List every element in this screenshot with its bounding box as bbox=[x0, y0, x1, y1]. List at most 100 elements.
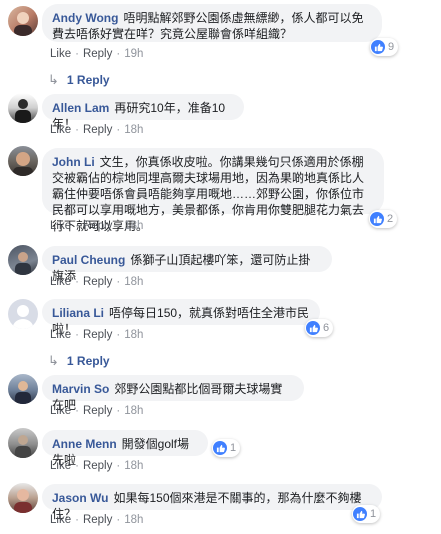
reaction-count[interactable]: 2 bbox=[369, 210, 398, 228]
comment-author[interactable]: Anne Menn bbox=[52, 437, 117, 451]
comment-actions: Like · Reply · 18h bbox=[50, 460, 143, 472]
comment-author[interactable]: Allen Lam bbox=[52, 101, 109, 115]
reaction-count[interactable]: 1 bbox=[352, 505, 381, 523]
comment-author[interactable]: John Li bbox=[52, 155, 95, 169]
separator: · bbox=[116, 514, 121, 526]
comment-bubble: Allen Lam 再研究10年，准备10年！ bbox=[42, 94, 244, 131]
person-photo-icon bbox=[15, 99, 31, 123]
avatar[interactable] bbox=[8, 146, 38, 176]
timestamp[interactable]: 18h bbox=[124, 514, 143, 526]
comment-actions: Like · Reply · 18h bbox=[50, 514, 143, 526]
person-photo-icon bbox=[14, 12, 32, 36]
like-reaction-icon bbox=[370, 212, 384, 226]
like-link[interactable]: Like bbox=[50, 124, 71, 136]
reaction-number: 6 bbox=[323, 322, 330, 334]
comment-author[interactable]: Paul Cheung bbox=[52, 253, 125, 267]
default-avatar-icon bbox=[12, 305, 34, 329]
like-reaction-icon bbox=[353, 507, 367, 521]
reply-arrow-icon: ↳ bbox=[48, 72, 59, 87]
avatar[interactable] bbox=[8, 428, 38, 458]
reaction-count[interactable]: 9 bbox=[370, 38, 399, 56]
comment-bubble: Jason Wu 如果每150個來港是不關事的，那為什麼不夠樓住？ bbox=[42, 484, 382, 521]
person-photo-icon bbox=[14, 489, 32, 513]
separator: · bbox=[75, 276, 79, 288]
timestamp[interactable]: 18h bbox=[124, 329, 143, 341]
separator: · bbox=[116, 220, 121, 232]
reaction-count[interactable]: 6 bbox=[305, 319, 334, 337]
like-link[interactable]: Like bbox=[50, 48, 71, 60]
person-photo-icon bbox=[15, 435, 31, 458]
view-replies[interactable]: ↳ 1 Reply bbox=[48, 353, 110, 369]
comment-bubble: Liliana Li 唔停每日150，就真係對唔住全港市民啦！ bbox=[42, 299, 320, 336]
avatar[interactable] bbox=[8, 374, 38, 404]
comment-author[interactable]: Marvin So bbox=[52, 382, 109, 396]
separator: · bbox=[75, 48, 79, 60]
view-replies[interactable]: ↳ 1 Reply bbox=[48, 72, 110, 88]
comment-author[interactable]: Andy Wong bbox=[52, 11, 118, 25]
like-reaction-icon bbox=[306, 321, 320, 335]
reply-link[interactable]: Reply bbox=[83, 514, 112, 526]
timestamp[interactable]: 19h bbox=[124, 48, 143, 60]
avatar[interactable] bbox=[8, 483, 38, 513]
separator: · bbox=[75, 460, 79, 472]
timestamp[interactable]: 18h bbox=[124, 124, 143, 136]
timestamp[interactable]: 18h bbox=[124, 276, 143, 288]
comment-bubble: Anne Menn 開發個golf場先啦 bbox=[42, 430, 208, 467]
like-link[interactable]: Like bbox=[50, 220, 71, 232]
avatar[interactable] bbox=[8, 93, 38, 123]
comment-author[interactable]: Jason Wu bbox=[52, 491, 108, 505]
reply-link[interactable]: Reply bbox=[83, 124, 112, 136]
comment-bubble: Marvin So 郊野公園點都比個哥爾夫球場實在吧 bbox=[42, 375, 304, 412]
separator: · bbox=[75, 124, 79, 136]
like-link[interactable]: Like bbox=[50, 405, 71, 417]
replies-label[interactable]: 1 Reply bbox=[67, 354, 110, 368]
avatar[interactable] bbox=[8, 299, 38, 329]
like-link[interactable]: Like bbox=[50, 276, 71, 288]
comment-actions: Like · Reply · 18h bbox=[50, 405, 143, 417]
reaction-number: 2 bbox=[387, 213, 394, 225]
like-reaction-icon bbox=[371, 40, 385, 54]
reply-link[interactable]: Reply bbox=[83, 405, 112, 417]
separator: · bbox=[75, 329, 79, 341]
reaction-number: 1 bbox=[230, 442, 237, 454]
comment-bubble: John Li 文生，你真係收皮啦。你講果幾句只係適用於係棚交被霸佔的棕地同埋高爾… bbox=[42, 148, 384, 233]
reaction-number: 1 bbox=[370, 508, 377, 520]
timestamp[interactable]: 18h bbox=[124, 405, 143, 417]
replies-label[interactable]: 1 Reply bbox=[67, 73, 110, 87]
reply-link[interactable]: Reply bbox=[83, 460, 112, 472]
like-link[interactable]: Like bbox=[50, 460, 71, 472]
comment-actions: Like · Reply · 19h bbox=[50, 48, 143, 60]
like-link[interactable]: Like bbox=[50, 514, 71, 526]
like-link[interactable]: Like bbox=[50, 329, 71, 341]
reaction-count[interactable]: 1 bbox=[212, 439, 241, 457]
reply-link[interactable]: Reply bbox=[83, 276, 112, 288]
reply-link[interactable]: Reply bbox=[83, 329, 112, 341]
separator: · bbox=[116, 329, 121, 341]
comment-bubble: Andy Wong 唔明點解郊野公園係虛無縹緲，係人都可以免費去唔係好實在咩？究竟… bbox=[42, 4, 382, 42]
person-photo-icon bbox=[13, 152, 33, 176]
separator: · bbox=[75, 220, 79, 232]
comment-author[interactable]: Liliana Li bbox=[52, 306, 104, 320]
reply-link[interactable]: Reply bbox=[83, 220, 112, 232]
person-photo-icon bbox=[15, 381, 31, 404]
comment-actions: Like · Reply · 18h bbox=[50, 329, 143, 341]
reply-arrow-icon: ↳ bbox=[48, 353, 59, 368]
separator: · bbox=[116, 48, 121, 60]
avatar[interactable] bbox=[8, 245, 38, 275]
separator: · bbox=[75, 514, 79, 526]
comment-actions: Like · Reply · 18h bbox=[50, 220, 143, 232]
separator: · bbox=[116, 460, 121, 472]
timestamp[interactable]: 18h bbox=[124, 220, 143, 232]
separator: · bbox=[116, 405, 121, 417]
separator: · bbox=[116, 124, 121, 136]
separator: · bbox=[75, 405, 79, 417]
person-photo-icon bbox=[15, 252, 31, 275]
reply-link[interactable]: Reply bbox=[83, 48, 112, 60]
separator: · bbox=[116, 276, 121, 288]
avatar[interactable] bbox=[8, 6, 38, 36]
like-reaction-icon bbox=[213, 441, 227, 455]
reaction-number: 9 bbox=[388, 41, 395, 53]
comment-actions: Like · Reply · 18h bbox=[50, 276, 143, 288]
comment-bubble: Paul Cheung 係獅子山頂起樓吖笨，還可防止掛旗添 bbox=[42, 246, 332, 283]
timestamp[interactable]: 18h bbox=[124, 460, 143, 472]
